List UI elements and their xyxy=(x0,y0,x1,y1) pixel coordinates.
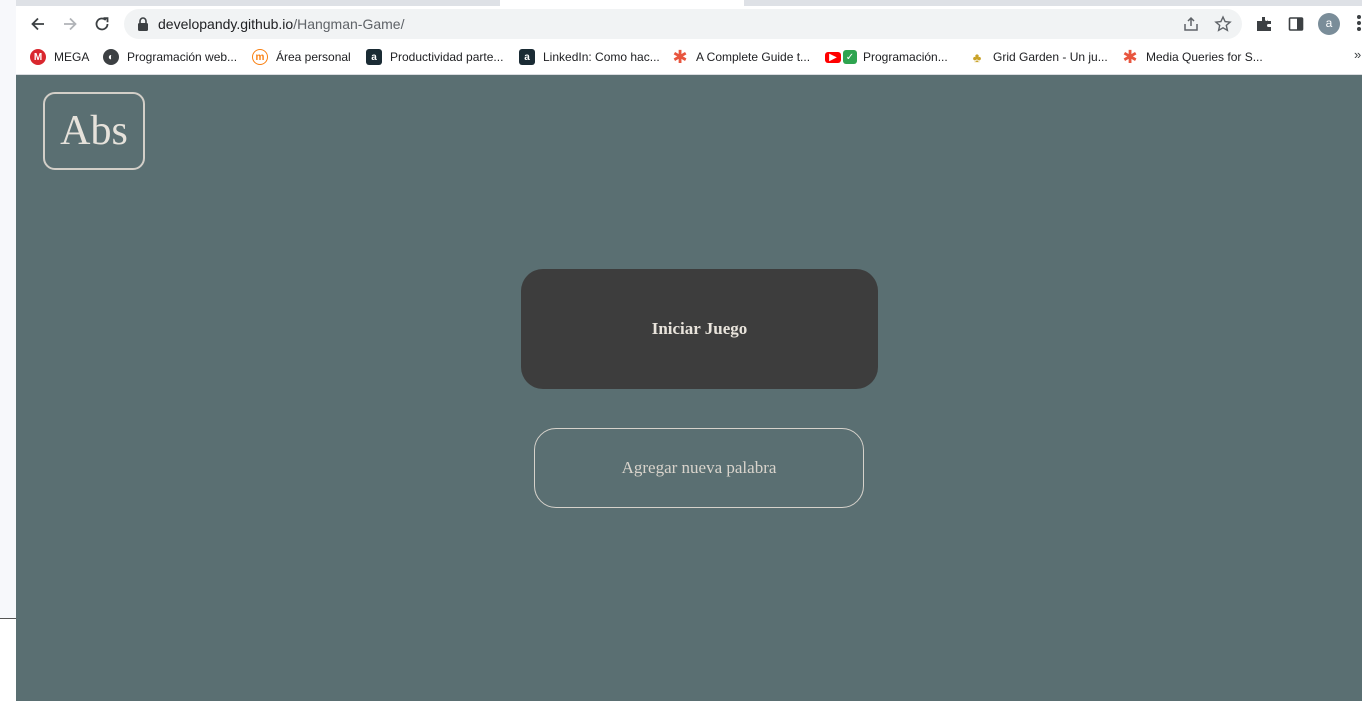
bookmark-programacion[interactable]: ▶ ✓ Programación... xyxy=(825,48,948,66)
url-host: developandy.github.io xyxy=(158,16,294,32)
bookmark-productividad[interactable]: a Productividad parte... xyxy=(366,48,503,66)
bookmark-label: Área personal xyxy=(276,50,351,64)
back-button[interactable] xyxy=(24,10,52,38)
arrow-left-icon xyxy=(31,17,44,31)
bookmark-label: Media Queries for S... xyxy=(1146,50,1263,64)
bookmark-label: Productividad parte... xyxy=(390,50,504,64)
lock-icon xyxy=(138,17,148,31)
globe-icon: ◐ xyxy=(103,49,119,65)
url-path: /Hangman-Game/ xyxy=(293,16,405,32)
a-icon: a xyxy=(519,49,535,65)
mega-icon: M xyxy=(30,49,46,65)
bookmark-complete-guide[interactable]: ✱ A Complete Guide t... xyxy=(672,46,811,67)
bookmark-mega[interactable]: M MEGA xyxy=(30,48,89,66)
forward-button[interactable] xyxy=(56,10,84,38)
bookmarks-overflow-button[interactable]: » xyxy=(1354,47,1361,62)
add-word-button[interactable]: Agregar nueva palabra xyxy=(534,428,864,508)
bookmarks-bar: M MEGA ◐ Programación web... m Área pers… xyxy=(16,42,1362,75)
profile-avatar[interactable]: a xyxy=(1318,13,1340,35)
logo: Abs xyxy=(43,92,145,170)
bookmark-linkedin[interactable]: a LinkedIn: Como hac... xyxy=(519,48,660,66)
checkmark-icon: ✓ xyxy=(843,50,857,64)
bookmark-label: Programación web... xyxy=(127,50,238,64)
share-icon[interactable] xyxy=(1182,15,1200,33)
asterisk-icon: ✱ xyxy=(672,46,688,67)
a-icon: a xyxy=(366,49,382,65)
bookmark-media-queries[interactable]: ✱ Media Queries for S... xyxy=(1122,46,1263,67)
bookmark-label: A Complete Guide t... xyxy=(696,50,811,64)
extensions-icon[interactable] xyxy=(1255,15,1273,33)
menu-icon[interactable] xyxy=(1356,15,1362,33)
reload-button[interactable] xyxy=(88,10,116,38)
asterisk-icon: ✱ xyxy=(1122,46,1138,67)
youtube-icon: ▶ xyxy=(825,51,841,63)
star-icon[interactable] xyxy=(1214,15,1232,33)
window-edge xyxy=(0,0,16,701)
bookmark-grid-garden[interactable]: ♣ Grid Garden - Un ju... xyxy=(969,48,1108,66)
bookmark-label: Grid Garden - Un ju... xyxy=(993,50,1108,64)
bookmark-area-personal[interactable]: m Área personal xyxy=(252,48,351,66)
side-panel-icon[interactable] xyxy=(1287,15,1305,33)
browser-chrome: developandy.github.io/Hangman-Game/ a M … xyxy=(16,0,1362,75)
address-bar[interactable]: developandy.github.io/Hangman-Game/ xyxy=(124,9,1242,39)
bookmark-label: Programación... xyxy=(863,50,948,64)
start-game-button[interactable]: Iniciar Juego xyxy=(521,269,878,389)
moodle-icon: m xyxy=(252,49,268,65)
arrow-right-icon xyxy=(64,17,77,31)
url-text[interactable]: developandy.github.io/Hangman-Game/ xyxy=(158,16,404,32)
bookmark-label: LinkedIn: Como hac... xyxy=(543,50,660,64)
carrot-icon: ♣ xyxy=(972,49,982,65)
hangman-page: Abs Iniciar Juego Agregar nueva palabra xyxy=(16,75,1362,701)
bookmark-label: MEGA xyxy=(54,50,90,64)
reload-icon xyxy=(95,17,109,31)
bookmark-programacion-web[interactable]: ◐ Programación web... xyxy=(103,48,237,66)
toolbar: developandy.github.io/Hangman-Game/ a xyxy=(16,6,1362,42)
